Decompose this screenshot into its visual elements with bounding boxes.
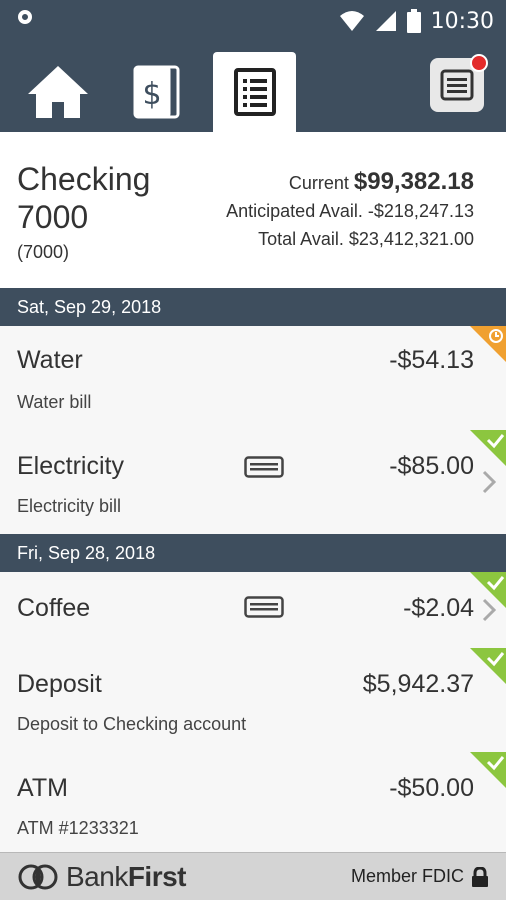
- bank-logo-icon: [18, 864, 58, 890]
- total-balance: Total Avail. $23,412,321.00: [258, 229, 474, 249]
- transaction-amount: -$50.00: [389, 774, 474, 802]
- tab-accounts[interactable]: $: [124, 52, 188, 132]
- transaction-title: Water: [17, 346, 83, 374]
- transaction-amount: $5,942.37: [362, 670, 474, 698]
- card-icon: [244, 456, 284, 478]
- pending-clock-icon: [470, 326, 506, 362]
- cleared-check-icon: [470, 572, 506, 608]
- tab-home[interactable]: [22, 52, 94, 132]
- transaction-amount: -$2.04: [403, 594, 474, 622]
- home-icon: [28, 66, 88, 118]
- transaction-description: Water bill: [17, 392, 92, 412]
- transaction-row[interactable]: Deposit $5,942.37 Deposit to Checking ac…: [0, 648, 506, 753]
- fdic-label: Member FDIC: [350, 866, 464, 886]
- transaction-title: ATM: [17, 774, 68, 802]
- anticipated-balance: Anticipated Avail. -$218,247.13: [226, 201, 474, 221]
- date-header: Fri, Sep 28, 2018: [0, 534, 506, 572]
- menu-button[interactable]: [430, 54, 488, 112]
- status-indicators: 10:30: [339, 6, 494, 36]
- battery-icon: [406, 9, 421, 33]
- transaction-title: Deposit: [17, 670, 102, 698]
- transaction-description: Deposit to Checking account: [17, 714, 247, 734]
- cleared-check-icon: [470, 648, 506, 684]
- brand-name: BankFirst: [66, 861, 187, 892]
- account-number: (7000): [17, 242, 70, 262]
- nav-bar: $: [0, 42, 506, 132]
- account-summary: Checking 7000 (7000) Current $99,382.18 …: [0, 132, 506, 288]
- transaction-row[interactable]: Coffee -$2.04: [0, 572, 506, 649]
- transaction-row[interactable]: Electricity -$85.00 Electricity bill: [0, 430, 506, 535]
- tab-transactions[interactable]: [213, 52, 296, 132]
- card-icon: [244, 596, 284, 618]
- transaction-row[interactable]: ATM -$50.00 ATM #1233321: [0, 752, 506, 853]
- signal-icon: [375, 11, 396, 31]
- transaction-row[interactable]: Water -$54.13 Water bill: [0, 326, 506, 431]
- lock-icon: [472, 866, 488, 887]
- current-label: Current: [288, 173, 349, 193]
- balances: Current $99,382.18 Anticipated Avail. -$…: [226, 168, 474, 253]
- wifi-icon: [339, 11, 364, 31]
- notification-circle-icon: [18, 10, 32, 24]
- statement-icon: [233, 68, 276, 116]
- transaction-amount: -$85.00: [389, 452, 474, 480]
- footer: BankFirst Member FDIC: [0, 852, 506, 900]
- date-header: Sat, Sep 29, 2018: [0, 288, 506, 326]
- transaction-title: Electricity: [17, 452, 124, 480]
- brand-logo: BankFirst: [16, 861, 187, 893]
- transaction-amount: -$54.13: [389, 346, 474, 374]
- transaction-description: Electricity bill: [17, 496, 122, 516]
- clock-time: 10:30: [430, 8, 494, 34]
- cleared-check-icon: [470, 752, 506, 788]
- chevron-right-icon: [482, 470, 496, 494]
- dollar-bill-icon: $: [133, 65, 180, 119]
- cleared-check-icon: [470, 430, 506, 466]
- status-bar: 10:30: [0, 0, 506, 42]
- svg-text:$: $: [142, 77, 161, 112]
- fdic-notice: Member FDIC: [351, 866, 488, 887]
- transaction-title: Coffee: [17, 594, 91, 622]
- current-balance-row: Current $99,382.18: [226, 168, 474, 197]
- notification-badge: [470, 54, 488, 72]
- current-balance: $99,382.18: [353, 168, 474, 195]
- transaction-description: ATM #1233321: [17, 818, 139, 838]
- account-name: Checking 7000: [17, 161, 151, 235]
